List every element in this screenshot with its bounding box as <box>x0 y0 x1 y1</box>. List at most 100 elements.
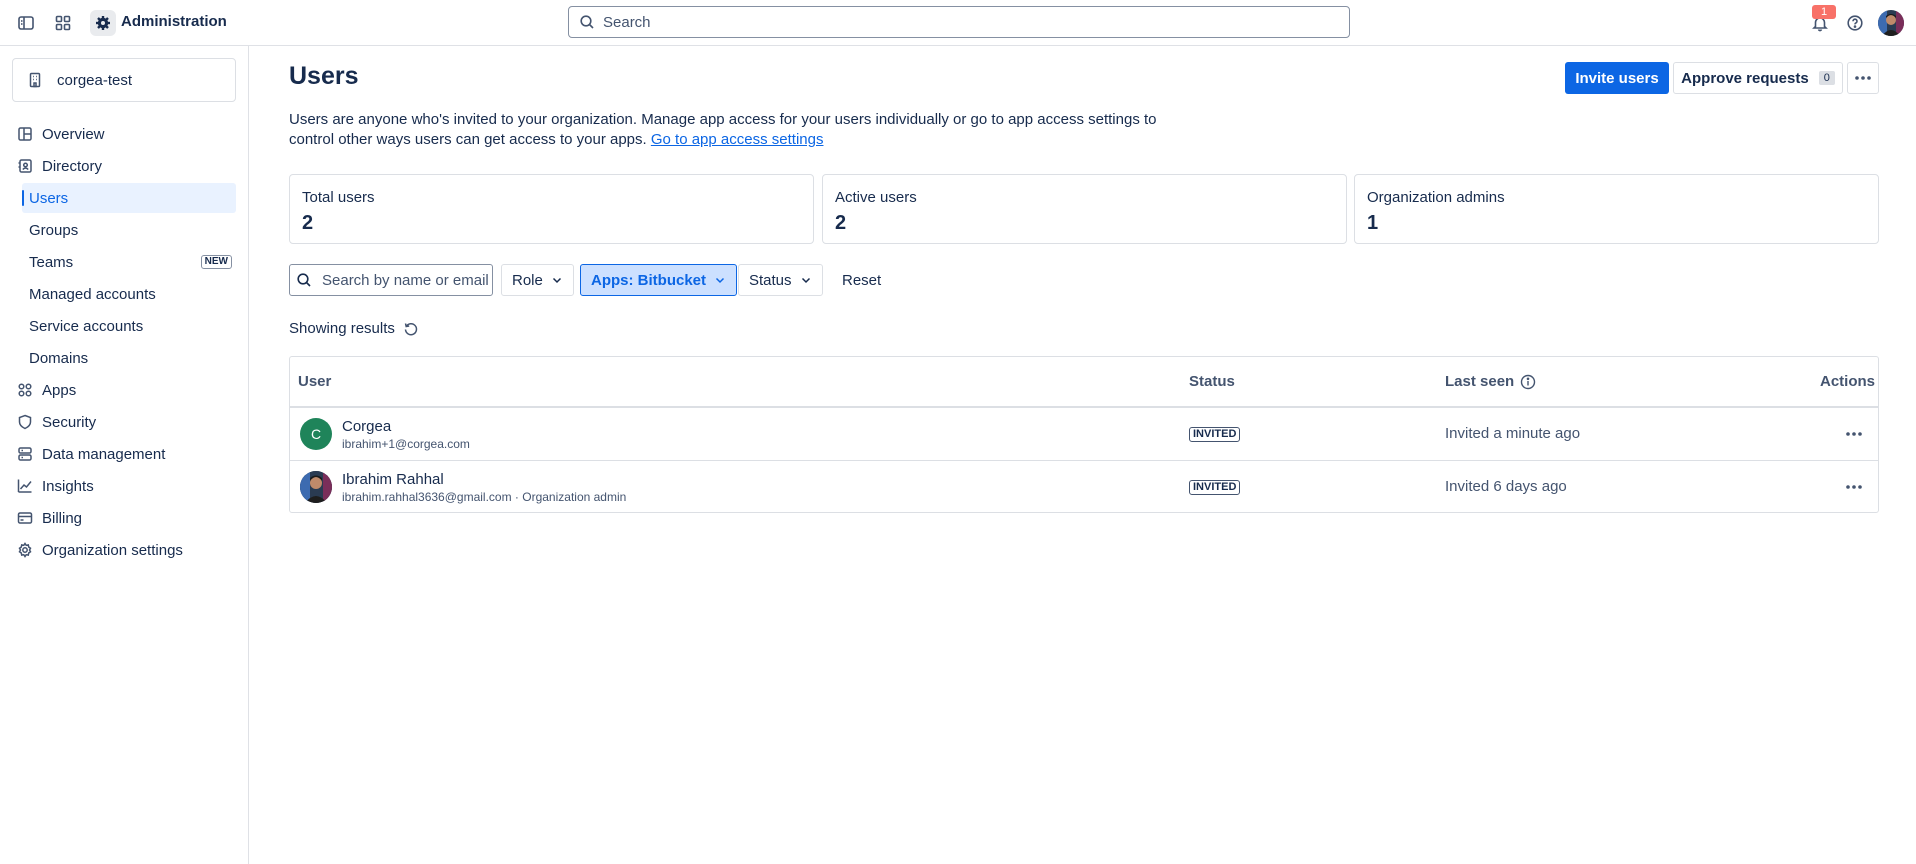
chevron-down-icon <box>714 274 726 286</box>
global-search-input[interactable] <box>603 13 1303 31</box>
role-filter[interactable]: Role <box>501 264 574 296</box>
sidebar-item-label: Groups <box>29 221 79 239</box>
sidebar-item-label: Users <box>29 189 69 207</box>
row-actions-button[interactable] <box>1840 473 1868 501</box>
avatar: C <box>300 418 332 450</box>
gear-icon <box>16 541 34 559</box>
user-name[interactable]: Corgea <box>342 418 391 435</box>
sidebar-item-users[interactable]: Users <box>22 183 236 213</box>
table-row[interactable]: Ibrahim Rahhal ibrahim.rahhal3636@gmail.… <box>290 461 1878 513</box>
sidebar-item-data-management[interactable]: Data management <box>16 439 236 469</box>
sidebar-item-label: Overview <box>42 125 105 143</box>
sidebar-item-label: Insights <box>42 477 94 495</box>
sidebar-item-security[interactable]: Security <box>16 407 236 437</box>
credit-card-icon <box>16 509 34 527</box>
global-search[interactable] <box>568 6 1350 38</box>
stat-label: Organization admins <box>1367 189 1505 206</box>
chart-line-icon <box>16 477 34 495</box>
sidebar-item-label: Apps <box>42 381 77 399</box>
sidebar-item-domains[interactable]: Domains <box>22 343 236 373</box>
sidebar-item-billing[interactable]: Billing <box>16 503 236 533</box>
avatar-initial: C <box>310 426 322 442</box>
approve-requests-label: Approve requests <box>1681 69 1809 87</box>
stat-total-users: Total users 2 <box>289 174 814 244</box>
table-row[interactable]: C Corgea ibrahim+1@corgea.com INVITED In… <box>290 408 1878 460</box>
refresh-icon[interactable] <box>403 321 419 337</box>
gear-icon[interactable] <box>90 10 116 36</box>
stat-value: 2 <box>835 212 847 234</box>
column-header-status: Status <box>1189 373 1235 390</box>
sidebar-item-label: Billing <box>42 509 83 527</box>
sidebar-item-label: Domains <box>29 349 89 367</box>
stat-active-users: Active users 2 <box>822 174 1347 244</box>
more-actions-button[interactable] <box>1847 62 1879 94</box>
chevron-down-icon <box>800 274 812 286</box>
sidebar-item-label: Managed accounts <box>29 285 156 303</box>
apps-icon <box>16 381 34 399</box>
status-badge: INVITED <box>1189 480 1241 495</box>
database-icon <box>16 445 34 463</box>
last-seen-label: Last seen <box>1445 373 1515 390</box>
last-seen: Invited a minute ago <box>1445 425 1581 442</box>
app-switcher-icon[interactable] <box>51 11 75 35</box>
user-search-input[interactable] <box>322 271 492 289</box>
top-navigation: Administration 1 <box>0 0 1916 46</box>
apps-filter-label: Apps: Bitbucket <box>591 271 707 289</box>
sidebar-item-insights[interactable]: Insights <box>16 471 236 501</box>
avatar[interactable] <box>1878 10 1904 36</box>
sidebar-item-teams[interactable]: Teams NEW <box>22 247 236 277</box>
apps-filter[interactable]: Apps: Bitbucket <box>580 264 738 296</box>
page-description: Users are anyone who's invited to your o… <box>289 110 1169 150</box>
shield-icon <box>16 413 34 431</box>
column-header-actions: Actions <box>1820 373 1876 390</box>
sidebar-item-overview[interactable]: Overview <box>16 119 236 149</box>
status-filter[interactable]: Status <box>738 264 823 296</box>
user-name[interactable]: Ibrahim Rahhal <box>342 471 444 488</box>
notification-badge: 1 <box>1812 5 1836 19</box>
sidebar-item-organization-settings[interactable]: Organization settings <box>16 535 236 565</box>
sidebar-item-directory[interactable]: Directory <box>16 151 236 181</box>
new-badge: NEW <box>200 255 232 269</box>
sidebar-toggle-icon[interactable] <box>14 11 38 35</box>
role-filter-label: Role <box>512 271 543 289</box>
approve-requests-button[interactable]: Approve requests 0 <box>1673 62 1843 94</box>
sidebar-item-service-accounts[interactable]: Service accounts <box>22 311 236 341</box>
users-table: User Status Last seen Actions C Corgea i… <box>289 356 1879 513</box>
sidebar-item-managed-accounts[interactable]: Managed accounts <box>22 279 236 309</box>
more-icon <box>1845 431 1863 437</box>
org-switcher[interactable]: corgea-test <box>12 58 236 102</box>
overview-icon <box>16 125 34 143</box>
help-icon[interactable] <box>1843 11 1867 35</box>
page-title: Users <box>289 62 359 90</box>
org-name: corgea-test <box>57 71 133 89</box>
stat-value: 1 <box>1367 212 1379 234</box>
reset-filters-button[interactable]: Reset <box>836 264 887 296</box>
more-icon <box>1845 484 1863 490</box>
user-email: ibrahim+1@corgea.com <box>342 437 470 451</box>
row-actions-button[interactable] <box>1840 420 1868 448</box>
approve-requests-count: 0 <box>1818 71 1835 85</box>
stat-label: Total users <box>302 189 375 206</box>
user-search[interactable] <box>289 264 493 296</box>
sidebar-item-groups[interactable]: Groups <box>22 215 236 245</box>
last-seen: Invited 6 days ago <box>1445 478 1567 495</box>
app-title[interactable]: Administration <box>121 13 227 30</box>
sidebar-item-apps[interactable]: Apps <box>16 375 236 405</box>
building-icon <box>27 72 43 88</box>
sidebar-item-label: Organization settings <box>42 541 183 559</box>
stat-label: Active users <box>835 189 917 206</box>
info-icon[interactable] <box>1520 374 1536 390</box>
column-header-user: User <box>298 373 332 390</box>
sidebar-item-label: Service accounts <box>29 317 144 335</box>
search-icon <box>579 14 595 30</box>
invite-users-button[interactable]: Invite users <box>1565 62 1669 94</box>
sidebar-item-label: Teams <box>29 253 74 271</box>
app-access-settings-link[interactable]: Go to app access settings <box>651 131 824 148</box>
directory-icon <box>16 157 34 175</box>
sidebar-item-label: Directory <box>42 157 103 175</box>
chevron-down-icon <box>551 274 563 286</box>
column-header-last-seen: Last seen <box>1445 373 1536 390</box>
sidebar-item-label: Security <box>42 413 97 431</box>
results-summary: Showing results <box>289 320 419 337</box>
more-icon <box>1854 75 1872 81</box>
